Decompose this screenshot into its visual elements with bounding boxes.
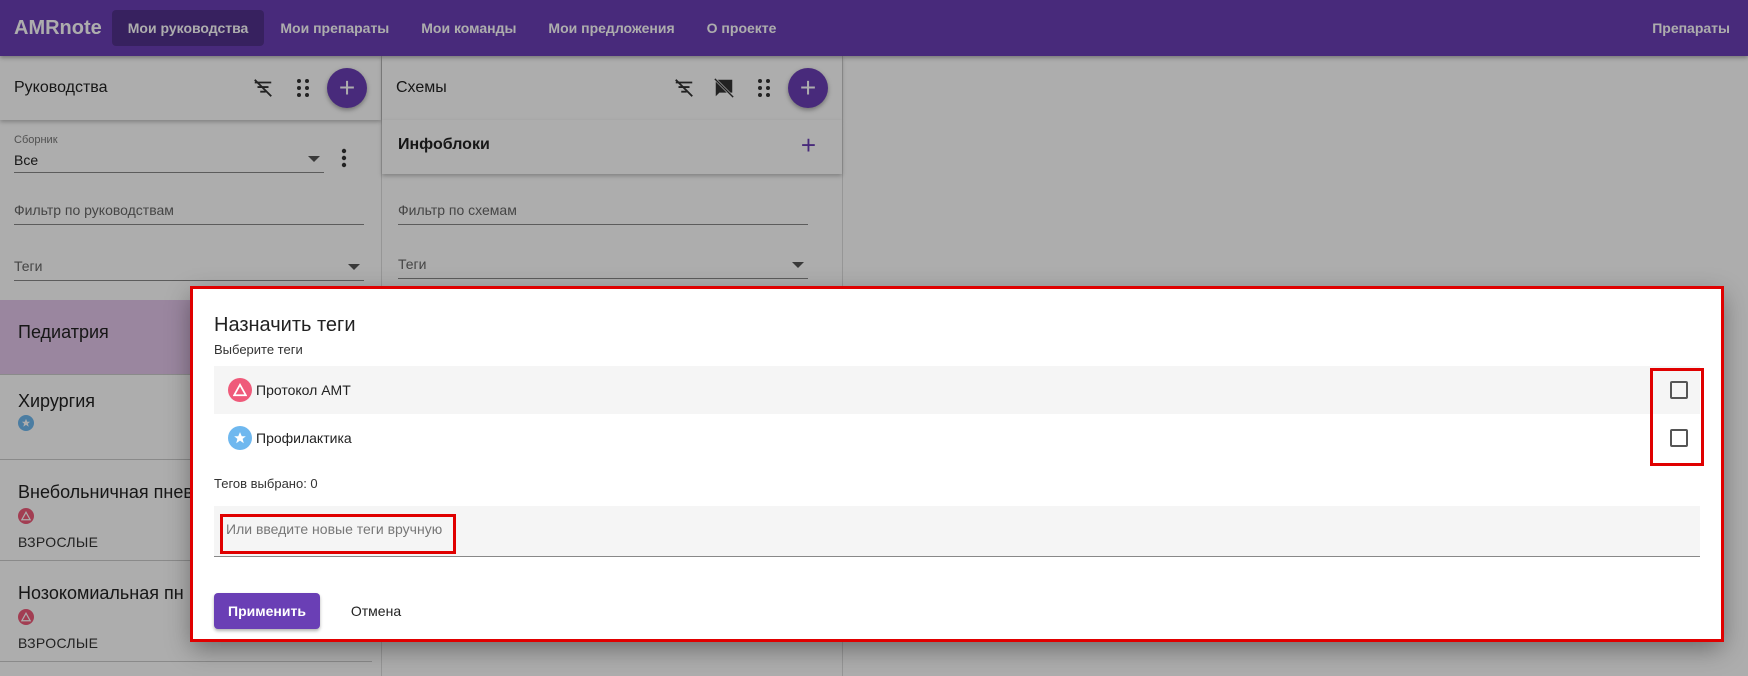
- dialog-title: Назначить теги: [214, 314, 356, 336]
- selected-tags-count: Тегов выбрано: 0: [214, 476, 318, 491]
- apply-button[interactable]: Применить: [214, 593, 320, 629]
- tag-option[interactable]: Протокол АМТ: [214, 366, 1700, 414]
- star-icon: [228, 426, 252, 450]
- tag-label: Профилактика: [256, 430, 352, 446]
- manual-tags-field[interactable]: [214, 506, 1700, 557]
- assign-tags-dialog: Назначить теги Выберите теги Протокол АМ…: [190, 286, 1724, 642]
- dialog-highlight-frame: [190, 286, 1724, 642]
- warning-triangle-icon: [228, 378, 252, 402]
- tag-checkbox[interactable]: [1670, 381, 1688, 399]
- dialog-subtitle: Выберите теги: [214, 342, 303, 357]
- manual-tags-input[interactable]: [224, 520, 828, 538]
- tag-label: Протокол АМТ: [256, 382, 351, 398]
- cancel-button[interactable]: Отмена: [328, 593, 424, 629]
- tag-option[interactable]: Профилактика: [214, 414, 1700, 462]
- tag-checkbox[interactable]: [1670, 429, 1688, 447]
